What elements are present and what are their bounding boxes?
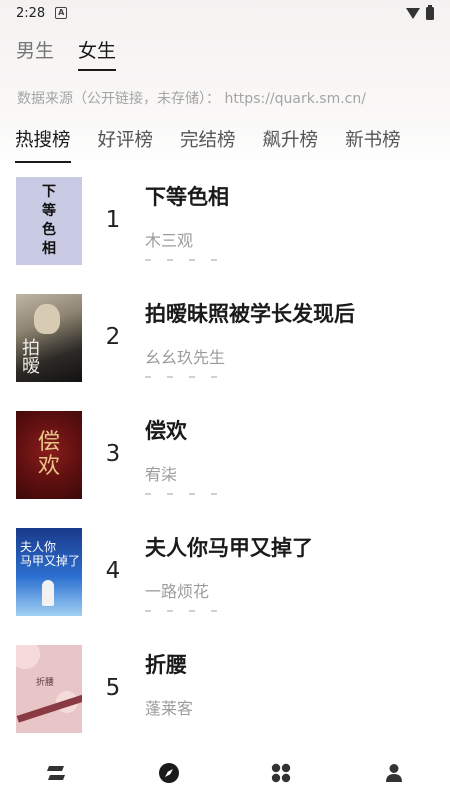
cover-text: 夫人你 马甲又掉了 (20, 540, 81, 568)
grid-icon (272, 763, 291, 782)
data-source-note: 数据来源（公开链接，未存储）： https://quark.sm.cn/ (17, 91, 366, 107)
book-cover: 下 等 色 相 (16, 177, 82, 265)
battery-icon (426, 4, 434, 20)
book-meta (145, 259, 255, 265)
list-item[interactable]: 偿 欢 3 偿欢 宥柒 (0, 411, 450, 501)
book-author: 蓬莱客 (145, 699, 194, 718)
rank-number: 4 (105, 558, 121, 584)
list-item[interactable]: 下 等 色 相 1 下等色相 木三观 (0, 177, 450, 267)
cover-flower (16, 645, 40, 669)
app-screen: 2:28 A 男生 女生 数据来源（公开链接，未存储）： https://qua… (0, 0, 450, 797)
cover-text: 偿 (37, 430, 60, 455)
tab-completed[interactable]: 完结榜 (180, 126, 236, 163)
status-icons (406, 4, 434, 20)
rank-number: 2 (105, 324, 121, 350)
book-title: 夫人你马甲又掉了 (145, 536, 313, 560)
rank-number: 3 (105, 441, 121, 467)
book-author: 幺幺玖先生 (145, 348, 226, 367)
list-item[interactable]: 夫人你 马甲又掉了 4 夫人你马甲又掉了 一路烦花 (0, 528, 450, 618)
cover-text: 折腰 (36, 678, 55, 688)
nav-discover[interactable] (113, 748, 226, 797)
cover-figure (34, 304, 60, 334)
nav-bookshelf[interactable] (0, 748, 113, 797)
book-title: 下等色相 (145, 185, 229, 209)
rank-tabs: 热搜榜 好评榜 完结榜 飙升榜 新书榜 (15, 126, 401, 163)
wifi-icon (406, 7, 420, 19)
bottom-nav (0, 748, 450, 797)
cover-text: 下 (42, 184, 56, 200)
cover-text: 欢 (37, 454, 60, 479)
person-icon (385, 763, 402, 782)
book-cover: 夫人你 马甲又掉了 (16, 528, 82, 616)
book-title: 偿欢 (145, 419, 187, 443)
book-meta (145, 376, 255, 382)
book-cover: 折腰 (16, 645, 82, 733)
bookshelf-icon (47, 765, 66, 780)
tab-new-books[interactable]: 新书榜 (345, 126, 401, 163)
a-notification-icon: A (55, 7, 68, 19)
nav-categories[interactable] (225, 748, 338, 797)
cover-text: 色 (42, 222, 56, 238)
book-author: 一路烦花 (145, 582, 210, 601)
tab-female[interactable]: 女生 (78, 36, 117, 71)
tab-hot-search[interactable]: 热搜榜 (15, 126, 71, 163)
cover-text: 拍暧 (22, 338, 40, 377)
book-meta (145, 610, 255, 616)
gender-tabs: 男生 女生 (16, 36, 117, 71)
book-cover: 拍暧 (16, 294, 82, 382)
tab-top-rated[interactable]: 好评榜 (98, 126, 154, 163)
book-author: 宥柒 (145, 465, 178, 484)
status-time: 2:28 (16, 5, 46, 21)
book-meta (145, 493, 255, 499)
tab-rising[interactable]: 飙升榜 (263, 126, 319, 163)
book-title: 折腰 (145, 653, 187, 677)
rank-number: 1 (105, 207, 121, 233)
list-item[interactable]: 拍暧 2 拍暧昧照被学长发现后 幺幺玖先生 (0, 294, 450, 384)
cover-text: 等 (42, 203, 56, 219)
tab-male[interactable]: 男生 (16, 36, 54, 71)
compass-icon (158, 762, 179, 783)
status-bar: 2:28 A (0, 0, 450, 26)
book-author: 木三观 (145, 231, 194, 250)
book-title: 拍暧昧照被学长发现后 (145, 302, 355, 326)
rank-number: 5 (105, 675, 121, 701)
cover-figure (42, 580, 54, 606)
cover-text: 相 (42, 241, 56, 257)
list-item[interactable]: 折腰 5 折腰 蓬莱客 (0, 645, 450, 735)
book-cover: 偿 欢 (16, 411, 82, 499)
nav-profile[interactable] (338, 748, 450, 797)
